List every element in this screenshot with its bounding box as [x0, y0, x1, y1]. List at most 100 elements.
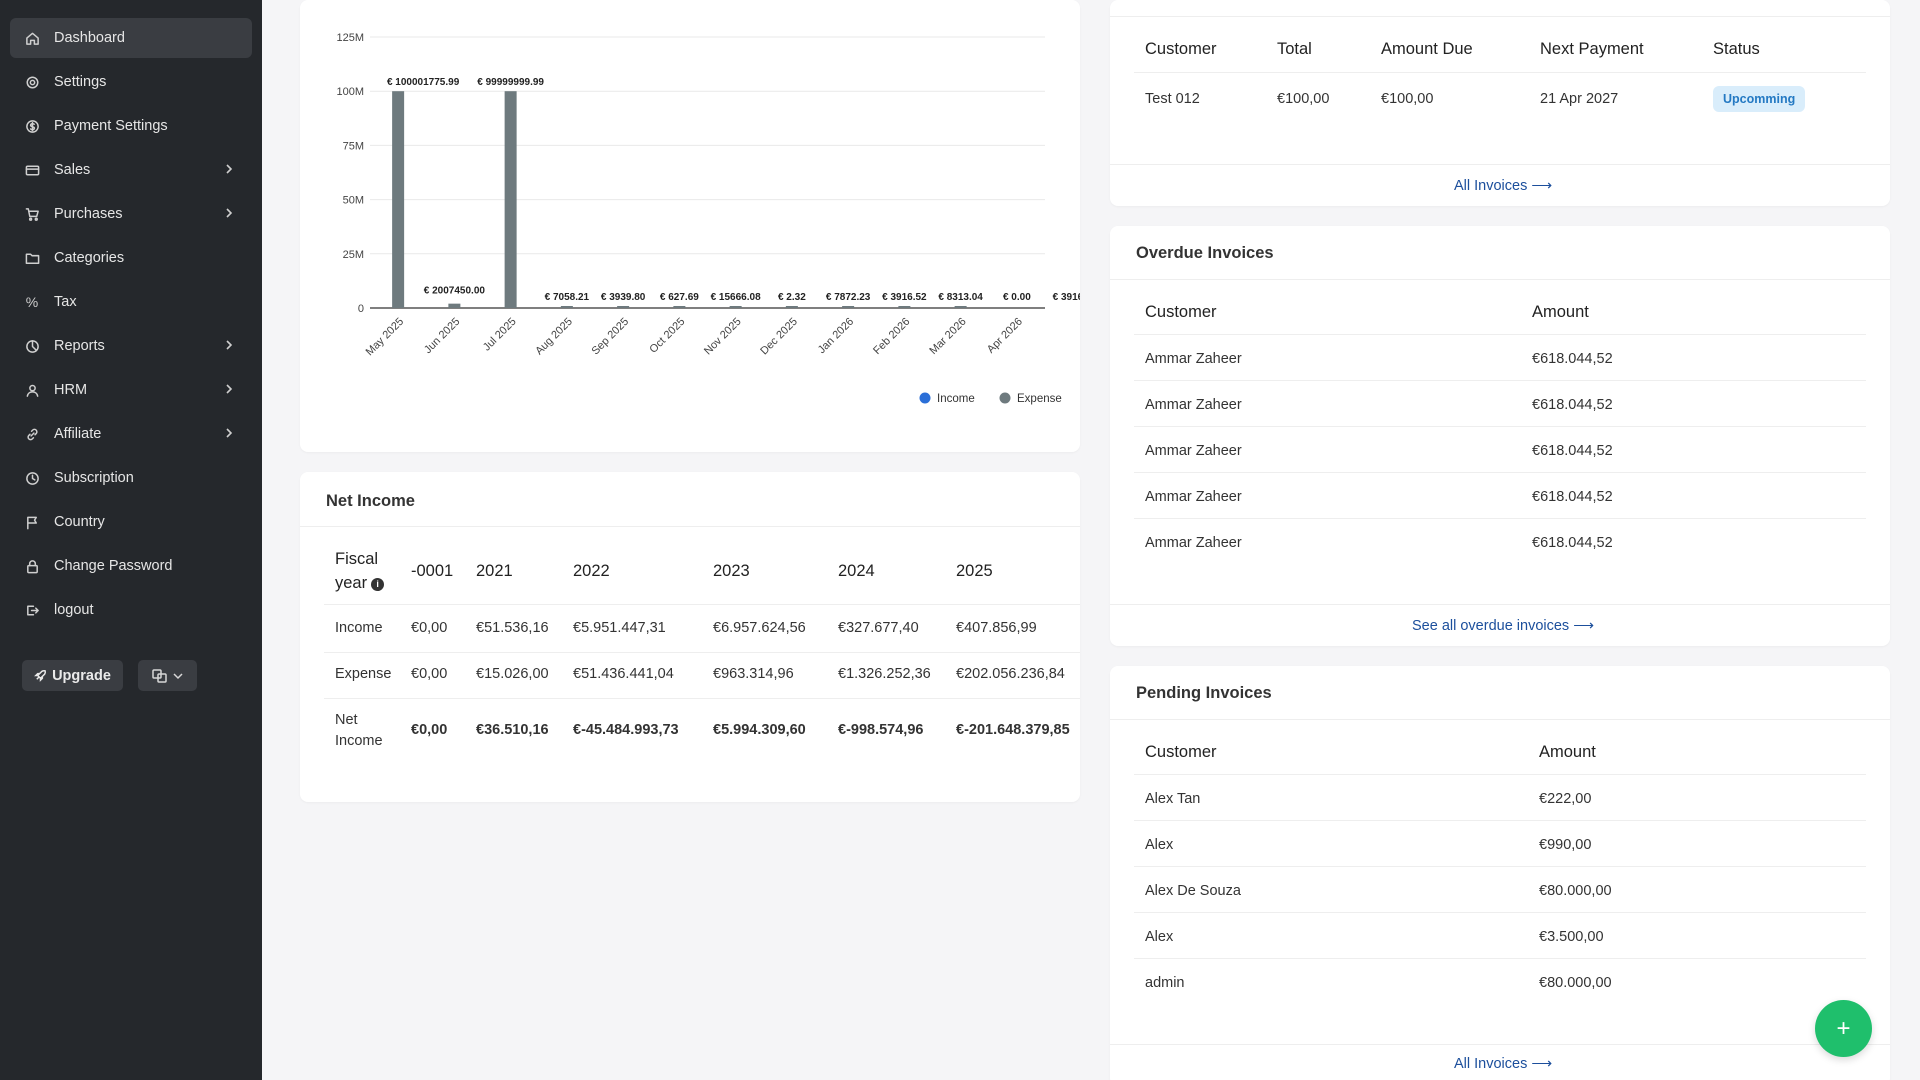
y-tick-label: 100M	[336, 86, 364, 98]
percent-icon: %	[25, 294, 39, 310]
expense-cell: €15.026,00	[476, 666, 549, 682]
overdue-amount: €618.044,52	[1532, 397, 1613, 413]
overdue-customer: Ammar Zaheer	[1145, 535, 1242, 551]
overdue-amount: €618.044,52	[1532, 489, 1613, 505]
x-tick-label: Mar 2026	[927, 316, 968, 357]
gear-icon	[24, 74, 40, 90]
y-tick-label: 0	[358, 303, 364, 315]
bar-value-label: € 2.32	[778, 292, 806, 303]
net-income-cell: €0,00	[411, 722, 448, 738]
legend-label: Income	[937, 393, 975, 405]
sidebar-item-subscription[interactable]: Subscription	[10, 458, 252, 498]
pending-customer: Alex	[1145, 929, 1174, 945]
divider	[1134, 472, 1866, 473]
divider	[1134, 334, 1866, 335]
pending-customer: Alex Tan	[1145, 791, 1201, 807]
legend-marker	[999, 392, 1011, 404]
column-header-customer: Customer	[1145, 40, 1217, 58]
sidebar-item-settings[interactable]: Settings	[10, 62, 252, 102]
year-header: 2024	[838, 562, 875, 580]
row-label-net-income: Income	[335, 733, 383, 749]
divider	[1134, 820, 1866, 821]
income-cell: €0,00	[411, 620, 448, 636]
expense-bar	[954, 306, 967, 308]
sidebar-item-reports[interactable]: Reports	[10, 326, 252, 366]
bar-value-label: € 3939.80	[601, 292, 646, 303]
bar-value-label: € 100001775.99	[387, 77, 460, 88]
add-button[interactable]: +	[1815, 1000, 1872, 1057]
expense-bar	[898, 306, 911, 308]
year-header: 2021	[476, 562, 513, 580]
net-income-title: Net Income	[326, 492, 415, 510]
column-header-amount: Amount	[1532, 303, 1589, 321]
y-tick-label: 75M	[343, 140, 364, 152]
bar-value-label: € 7058.21	[545, 292, 590, 303]
info-icon[interactable]: i	[371, 577, 385, 591]
bar-value-label: € 627.69	[660, 292, 699, 303]
expense-bar	[729, 306, 742, 308]
sidebar-item-change-password[interactable]: Change Password	[10, 546, 252, 586]
sidebar-item-label: Sales	[54, 162, 91, 178]
sidebar-item-label: Subscription	[54, 470, 134, 486]
expense-bar	[785, 306, 798, 308]
upgrade-button[interactable]: Upgrade	[22, 660, 123, 691]
divider	[1134, 518, 1866, 519]
sidebar-item-logout[interactable]: logout	[10, 590, 252, 630]
sidebar-item-tax[interactable]: % Tax	[10, 282, 252, 322]
sidebar-item-affiliate[interactable]: Affiliate	[10, 414, 252, 454]
y-tick-label: 125M	[336, 32, 364, 44]
overdue-amount: €618.044,52	[1532, 443, 1613, 459]
divider	[300, 526, 1080, 527]
sidebar: Dashboard Settings Payment Settings Sale…	[0, 0, 262, 1080]
sidebar-item-hrm[interactable]: HRM	[10, 370, 252, 410]
net-income-cell: €5.994.309,60	[713, 722, 806, 738]
expense-cell: €51.436.441,04	[573, 666, 674, 682]
pending-amount: €222,00	[1539, 791, 1592, 807]
pending-amount: €80.000,00	[1539, 975, 1612, 991]
column-header-customer: Customer	[1145, 303, 1217, 321]
sidebar-item-purchases[interactable]: Purchases	[10, 194, 252, 234]
see-all-overdue-link[interactable]: See all overdue invoices ⟶	[1412, 618, 1594, 634]
currency-circle-icon	[24, 118, 40, 134]
sidebar-item-payment-settings[interactable]: Payment Settings	[10, 106, 252, 146]
sidebar-item-dashboard[interactable]: Dashboard	[10, 18, 252, 58]
pending-amount: €990,00	[1539, 837, 1592, 853]
cart-icon	[24, 206, 40, 222]
sidebar-item-country[interactable]: Country	[10, 502, 252, 542]
sidebar-item-categories[interactable]: Categories	[10, 238, 252, 278]
upgrade-label: Upgrade	[52, 667, 111, 684]
year-header: 2023	[713, 562, 750, 580]
divider	[1134, 774, 1866, 775]
pending-invoices-title: Pending Invoices	[1136, 684, 1272, 702]
lock-icon	[24, 558, 40, 574]
income-cell: €407.856,99	[956, 620, 1037, 636]
sidebar-item-sales[interactable]: Sales	[10, 150, 252, 190]
clock-icon	[24, 470, 40, 486]
x-tick-label: Jun 2025	[422, 316, 462, 356]
all-invoices-link[interactable]: All Invoices ⟶	[1454, 1056, 1552, 1072]
x-tick-label: Feb 2026	[871, 316, 912, 357]
expense-cell: €963.314,96	[713, 666, 794, 682]
sidebar-item-label: Affiliate	[54, 426, 102, 442]
divider	[1110, 1044, 1890, 1045]
expense-bar	[504, 91, 517, 308]
divider	[1110, 604, 1890, 605]
credit-card-icon	[24, 162, 40, 178]
income-cell: €5.951.447,31	[573, 620, 666, 636]
divider	[324, 652, 1080, 653]
chevron-right-icon	[224, 206, 234, 220]
column-header-amount-due: Amount Due	[1381, 40, 1473, 58]
invoice-next-payment: 21 Apr 2027	[1540, 91, 1619, 107]
pending-customer: Alex De Souza	[1145, 883, 1241, 899]
overdue-customer: Ammar Zaheer	[1145, 489, 1242, 505]
flag-icon	[24, 514, 40, 530]
expense-cell: €1.326.252,36	[838, 666, 931, 682]
sidebar-item-label: Dashboard	[54, 30, 125, 46]
all-invoices-link[interactable]: All Invoices ⟶	[1454, 178, 1552, 194]
overdue-amount: €618.044,52	[1532, 351, 1613, 367]
income-cell: €6.957.624,56	[713, 620, 806, 636]
invoice-total: €100,00	[1277, 91, 1330, 107]
language-dropdown[interactable]	[138, 660, 197, 691]
bar-value-label: € 3916.52	[882, 292, 927, 303]
expense-bar	[842, 306, 855, 308]
